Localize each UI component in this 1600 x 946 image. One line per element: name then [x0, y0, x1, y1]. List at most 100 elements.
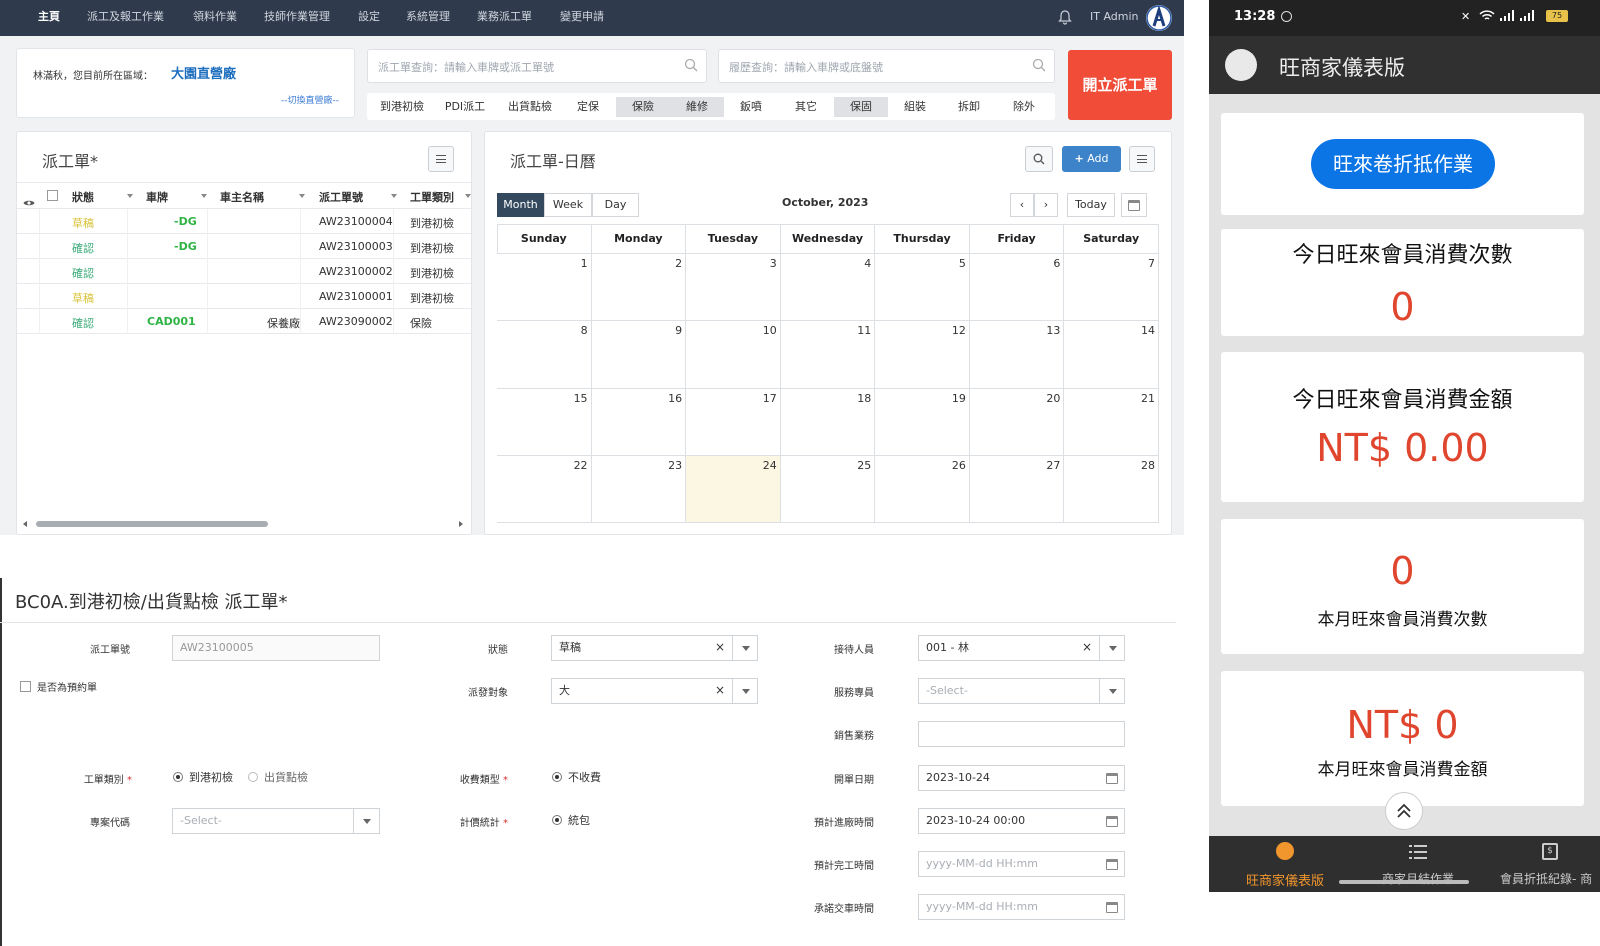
calendar-day-cell[interactable]: 21 — [1064, 388, 1159, 456]
history-search-input[interactable]: 履歷查詢：請輸入車牌或底盤號 — [718, 49, 1055, 83]
scroll-right-icon[interactable] — [459, 521, 463, 527]
calendar-day-cell[interactable]: 26 — [875, 455, 970, 523]
sort-arrow-icon[interactable] — [201, 194, 207, 198]
new-order-button[interactable]: 開立派工單 — [1068, 50, 1172, 120]
column-header-type[interactable]: 工單類別 — [410, 189, 454, 205]
column-header-owner[interactable]: 車主名稱 — [220, 189, 264, 205]
category-chip[interactable]: 除外 — [996, 97, 1052, 117]
entry-time-field[interactable]: 2023-10-24 00:00 — [918, 808, 1125, 834]
calendar-day-cell[interactable]: 17 — [686, 388, 781, 456]
category-chip[interactable]: 拆卸 — [942, 97, 996, 117]
calendar-day-cell[interactable]: 5 — [875, 254, 970, 322]
tab-monthly-settlement[interactable]: 商家月結作業 — [1365, 870, 1471, 887]
view-week-button[interactable]: Week — [544, 193, 592, 217]
category-chip[interactable]: 其它 — [779, 97, 833, 117]
calendar-icon[interactable] — [1106, 773, 1118, 784]
view-day-button[interactable]: Day — [592, 193, 639, 217]
clear-icon[interactable]: × — [1082, 640, 1092, 654]
table-row[interactable]: 草稿 AW23100001 到港初檢 — [17, 284, 471, 309]
table-row[interactable]: 草稿 -DG AW23100004 到港初檢 — [17, 209, 471, 234]
calendar-day-cell[interactable]: 12 — [875, 321, 970, 389]
calendar-day-cell[interactable]: 16 — [591, 388, 687, 456]
user-name[interactable]: IT Admin — [1090, 0, 1139, 36]
receipt-icon[interactable]: $ — [1542, 843, 1558, 860]
calendar-day-cell[interactable]: 2 — [591, 254, 687, 322]
calendar-day-cell[interactable]: 24 — [686, 455, 781, 523]
calendar-day-cell[interactable]: 23 — [591, 455, 687, 523]
column-header-plate[interactable]: 車牌 — [146, 189, 168, 205]
avatar[interactable] — [1225, 49, 1257, 81]
category-chip[interactable]: 出貨點檢 — [501, 97, 559, 117]
calendar-day-cell[interactable]: 3 — [686, 254, 781, 322]
eye-icon[interactable] — [23, 192, 35, 206]
type-radio-shipping[interactable] — [248, 772, 258, 782]
table-row[interactable]: 確認 -DG AW23100003 到港初檢 — [17, 234, 471, 259]
nav-item-system[interactable]: 系統管理 — [406, 0, 450, 36]
scroll-top-button[interactable] — [1385, 792, 1423, 830]
today-button[interactable]: Today — [1067, 193, 1115, 217]
horizontal-scrollbar[interactable] — [23, 520, 467, 528]
sort-arrow-icon[interactable] — [299, 194, 305, 198]
nav-item-change-request[interactable]: 變更申請 — [560, 0, 604, 36]
select-all-checkbox[interactable] — [47, 190, 58, 201]
next-month-button[interactable]: › — [1034, 193, 1058, 217]
reservation-checkbox[interactable] — [20, 681, 31, 692]
chevron-down-icon[interactable] — [732, 678, 758, 704]
category-chip[interactable]: 鈑噴 — [724, 97, 778, 117]
sort-arrow-icon[interactable] — [391, 194, 397, 198]
bell-icon[interactable] — [1058, 10, 1072, 25]
column-header-order-no[interactable]: 派工單號 — [319, 189, 363, 205]
calendar-menu-button[interactable] — [1129, 146, 1155, 172]
calendar-icon[interactable] — [1106, 816, 1118, 827]
category-chip[interactable]: 維修 — [670, 97, 724, 117]
clear-icon[interactable]: × — [715, 683, 725, 697]
panel-menu-button[interactable] — [428, 146, 454, 172]
clear-icon[interactable]: × — [715, 640, 725, 654]
calendar-search-button[interactable] — [1025, 146, 1053, 172]
table-row[interactable]: 確認 CAD001 保養廠 AW23090002 保險 — [17, 309, 471, 334]
nav-item-material[interactable]: 領料作業 — [193, 0, 237, 36]
calendar-day-cell[interactable]: 10 — [686, 321, 781, 389]
calendar-day-cell[interactable]: 28 — [1064, 455, 1159, 523]
category-chip[interactable]: 定保 — [562, 97, 614, 117]
category-chip[interactable]: 到港初檢 — [372, 97, 432, 117]
charge-radio[interactable] — [552, 772, 562, 782]
delivery-time-field[interactable]: yyyy-MM-dd HH:mm — [918, 894, 1125, 920]
category-chip[interactable]: 保固 — [834, 97, 888, 117]
calendar-day-cell[interactable]: 9 — [591, 321, 687, 389]
open-date-field[interactable]: 2023-10-24 — [918, 765, 1125, 791]
date-picker-button[interactable] — [1121, 193, 1147, 217]
nav-item-dispatch[interactable]: 派工及報工作業 — [87, 0, 164, 36]
sort-arrow-icon[interactable] — [465, 194, 471, 198]
tab-dashboard[interactable]: 旺商家儀表版 — [1232, 870, 1338, 889]
chevron-down-icon[interactable] — [732, 635, 758, 661]
order-search-input[interactable]: 派工單查詢：請輸入車牌或派工單號 — [367, 49, 707, 83]
receiver-select[interactable]: 001 - 林 — [918, 635, 1125, 661]
calendar-day-cell[interactable]: 27 — [969, 455, 1065, 523]
service-select[interactable]: -Select- — [918, 678, 1125, 704]
column-header-status[interactable]: 狀態 — [72, 189, 94, 205]
calendar-icon[interactable] — [1106, 902, 1118, 913]
chevron-down-icon[interactable] — [353, 808, 379, 834]
switch-area-link[interactable]: --切換直營廠-- — [281, 93, 339, 106]
calendar-day-cell[interactable]: 20 — [969, 388, 1065, 456]
prev-month-button[interactable]: ‹ — [1010, 193, 1034, 217]
coupon-offset-button[interactable]: 旺來卷折抵作業 — [1311, 139, 1495, 189]
scroll-left-icon[interactable] — [23, 521, 27, 527]
chevron-down-icon[interactable] — [1099, 678, 1125, 704]
calendar-day-cell[interactable]: 15 — [497, 388, 592, 456]
pricing-radio[interactable] — [552, 815, 562, 825]
category-chip[interactable]: 組裝 — [888, 97, 942, 117]
calendar-day-cell[interactable]: 11 — [780, 321, 876, 389]
calendar-day-cell[interactable]: 18 — [780, 388, 876, 456]
finish-time-field[interactable]: yyyy-MM-dd HH:mm — [918, 851, 1125, 877]
view-month-button[interactable]: Month — [497, 193, 544, 217]
calendar-day-cell[interactable]: 25 — [780, 455, 876, 523]
category-chip[interactable]: 保險 — [616, 97, 670, 117]
project-select[interactable]: -Select- — [172, 808, 380, 834]
calendar-day-cell[interactable]: 19 — [875, 388, 970, 456]
calendar-day-cell[interactable]: 4 — [780, 254, 876, 322]
calendar-day-cell[interactable]: 22 — [497, 455, 592, 523]
table-row[interactable]: 確認 AW23100002 到港初檢 — [17, 259, 471, 284]
tab-member-records[interactable]: 會員折抵紀錄- 商 — [1500, 870, 1600, 887]
